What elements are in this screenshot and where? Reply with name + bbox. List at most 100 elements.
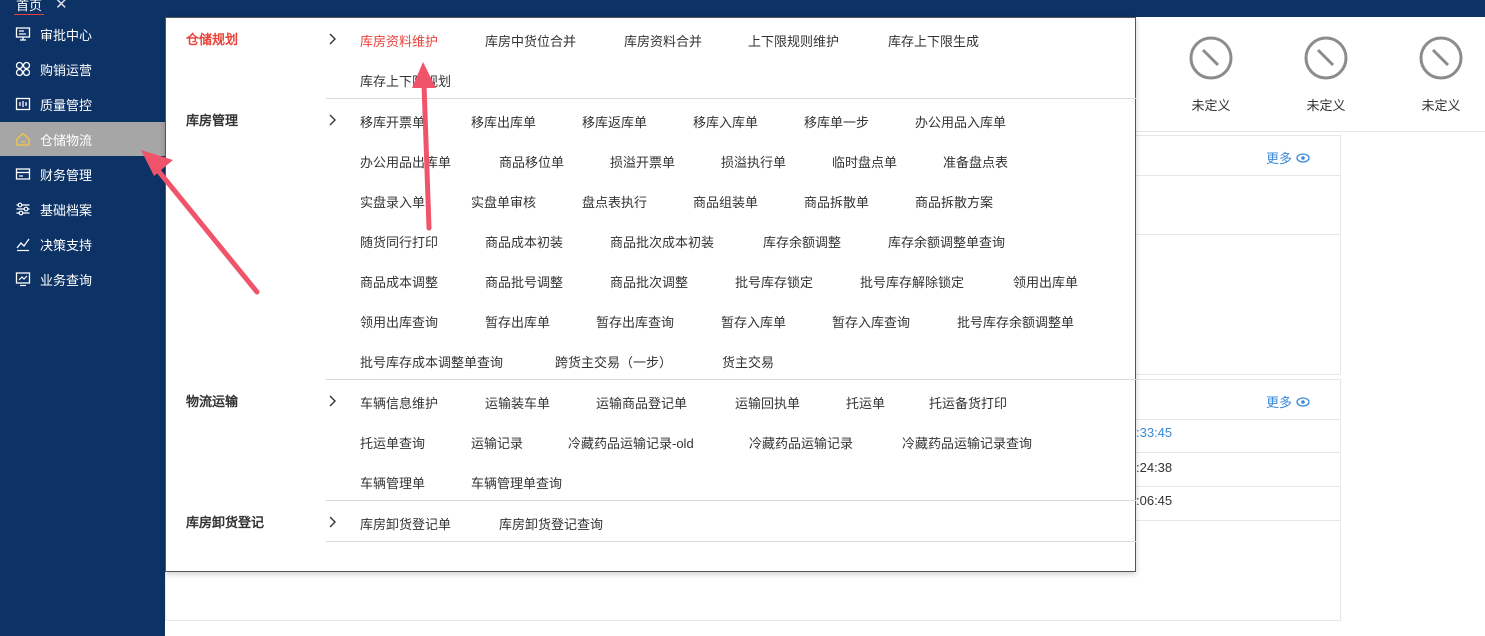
menu-link[interactable]: 托运备货打印	[929, 393, 1007, 412]
menu-link[interactable]: 库房资料维护	[360, 31, 438, 50]
top-tab-bar: 首页 ✕	[0, 0, 1485, 17]
menu-link[interactable]: 运输商品登记单	[596, 393, 687, 412]
menu-link[interactable]: 领用出库单	[1013, 272, 1078, 291]
sidebar-item-warehouse[interactable]: 仓储物流	[0, 122, 165, 156]
menu-link[interactable]: 库存上下限生成	[888, 31, 979, 50]
more-label: 更多	[1265, 395, 1292, 410]
menu-link[interactable]: 商品成本调整	[360, 272, 438, 291]
close-icon[interactable]: ✕	[55, 0, 68, 13]
sidebar-item-label: 决策支持	[40, 237, 93, 253]
menu-link[interactable]: 准备盘点表	[943, 152, 1008, 171]
menu-link[interactable]: 托运单	[846, 393, 885, 412]
menu-link[interactable]: 库存余额调整	[763, 232, 841, 251]
menu-link[interactable]: 库房卸货登记单	[360, 514, 451, 533]
menu-link[interactable]: 实盘录入单	[360, 192, 425, 211]
menu-link[interactable]: 商品组装单	[693, 192, 758, 211]
menu-link[interactable]: 商品批号调整	[485, 272, 563, 291]
sidebar-item-label: 基础档案	[40, 202, 93, 218]
menu-link[interactable]: 办公用品入库单	[915, 112, 1006, 131]
chevron-right-icon	[326, 33, 338, 45]
menu-link[interactable]: 库存余额调整单查询	[888, 232, 1005, 251]
menu-link[interactable]: 运输记录	[471, 433, 523, 452]
menu-link[interactable]: 移库开票单	[360, 112, 425, 131]
menu-link[interactable]: 暂存入库单	[721, 312, 786, 331]
sidebar-item-label: 质量管控	[40, 97, 93, 113]
trend-icon	[15, 236, 31, 252]
menu-link[interactable]: 损溢开票单	[610, 152, 675, 171]
sidebar-item-label: 购销运营	[40, 62, 93, 78]
menu-link[interactable]: 办公用品出库单	[360, 152, 451, 171]
menu-link[interactable]: 跨货主交易（一步）	[555, 352, 672, 371]
menu-link[interactable]: 车辆管理单查询	[471, 473, 562, 492]
menu-link[interactable]: 随货同行打印	[360, 232, 438, 251]
menu-link[interactable]: 商品成本初装	[485, 232, 563, 251]
menu-link[interactable]: 商品拆散方案	[915, 192, 993, 211]
time-cell: :06:45	[1136, 493, 1173, 508]
menu-link[interactable]: 库房资料合并	[624, 31, 702, 50]
grid-icon	[15, 61, 31, 77]
category-logistics[interactable]: 物流运输	[186, 391, 238, 410]
eye-icon	[1296, 152, 1310, 163]
menu-link[interactable]: 领用出库查询	[360, 312, 438, 331]
tab-home[interactable]: 首页	[14, 0, 45, 15]
sidebar-item-master-data[interactable]: 基础档案	[0, 192, 165, 226]
menu-link[interactable]: 暂存出库单	[485, 312, 550, 331]
menu-link[interactable]: 库房卸货登记查询	[499, 514, 603, 533]
category-warehouse-management[interactable]: 库房管理	[186, 110, 238, 129]
menu-link[interactable]: 实盘单审核	[471, 192, 536, 211]
sidebar-item-decision[interactable]: 决策支持	[0, 227, 165, 261]
quick-item[interactable]: 未定义	[1181, 35, 1241, 114]
sidebar-item-quality[interactable]: 质量管控	[0, 87, 165, 121]
sidebar: 审批中心 购销运营 质量管控 仓储物流 财务管理 基础档案 决策支持 业务查询	[0, 17, 165, 636]
sidebar-item-finance[interactable]: 财务管理	[0, 157, 165, 191]
more-link[interactable]: 更多	[1266, 148, 1310, 167]
menu-link[interactable]: 移库单一步	[804, 112, 869, 131]
category-unloading-registration[interactable]: 库房卸货登记	[186, 512, 264, 531]
menu-link[interactable]: 托运单查询	[360, 433, 425, 452]
menu-link[interactable]: 批号库存余额调整单	[957, 312, 1074, 331]
menu-link[interactable]: 暂存出库查询	[596, 312, 674, 331]
home-icon	[15, 131, 31, 147]
eye-icon	[1296, 396, 1310, 407]
sidebar-item-label: 仓储物流	[40, 132, 93, 148]
menu-link[interactable]: 上下限规则维护	[748, 31, 839, 50]
sidebar-item-label: 业务查询	[40, 272, 93, 288]
menu-link[interactable]: 商品批次成本初装	[610, 232, 714, 251]
sidebar-item-label: 审批中心	[40, 27, 93, 43]
quick-item[interactable]: 未定义	[1411, 35, 1471, 114]
menu-link[interactable]: 商品批次调整	[610, 272, 688, 291]
sliders-icon	[15, 201, 31, 217]
menu-link[interactable]: 商品拆散单	[804, 192, 869, 211]
menu-link[interactable]: 车辆信息维护	[360, 393, 438, 412]
menu-link[interactable]: 批号库存锁定	[735, 272, 813, 291]
menu-link[interactable]: 损溢执行单	[721, 152, 786, 171]
more-label: 更多	[1265, 151, 1292, 166]
sidebar-item-purchase-sales[interactable]: 购销运营	[0, 52, 165, 86]
menu-link[interactable]: 批号库存成本调整单查询	[360, 352, 503, 371]
menu-link[interactable]: 运输装车单	[485, 393, 550, 412]
menu-link[interactable]: 临时盘点单	[832, 152, 897, 171]
menu-link[interactable]: 库存上下限规划	[360, 71, 451, 90]
menu-link[interactable]: 移库出库单	[471, 112, 536, 131]
sidebar-item-business-query[interactable]: 业务查询	[0, 262, 165, 296]
more-link[interactable]: 更多	[1266, 392, 1310, 411]
menu-link[interactable]: 冷藏药品运输记录	[749, 433, 853, 452]
menu-link[interactable]: 批号库存解除锁定	[860, 272, 964, 291]
undefined-icon	[1303, 35, 1349, 81]
menu-link[interactable]: 移库入库单	[693, 112, 758, 131]
time-cell[interactable]: :33:45	[1136, 425, 1172, 440]
quick-item[interactable]: 未定义	[1296, 35, 1356, 114]
menu-link[interactable]: 盘点表执行	[582, 192, 647, 211]
menu-link[interactable]: 冷藏药品运输记录查询	[902, 433, 1032, 452]
sidebar-item-approval[interactable]: 审批中心	[0, 17, 165, 51]
menu-link[interactable]: 货主交易	[722, 352, 774, 371]
monitor-icon	[15, 26, 31, 42]
menu-link[interactable]: 暂存入库查询	[832, 312, 910, 331]
menu-link[interactable]: 移库返库单	[582, 112, 647, 131]
category-warehouse-planning[interactable]: 仓储规划	[186, 29, 238, 48]
menu-link[interactable]: 库房中货位合并	[485, 31, 576, 50]
menu-link[interactable]: 商品移位单	[499, 152, 564, 171]
menu-link[interactable]: 车辆管理单	[360, 473, 425, 492]
menu-link[interactable]: 运输回执单	[735, 393, 800, 412]
menu-link[interactable]: 冷藏药品运输记录-old	[568, 433, 694, 452]
